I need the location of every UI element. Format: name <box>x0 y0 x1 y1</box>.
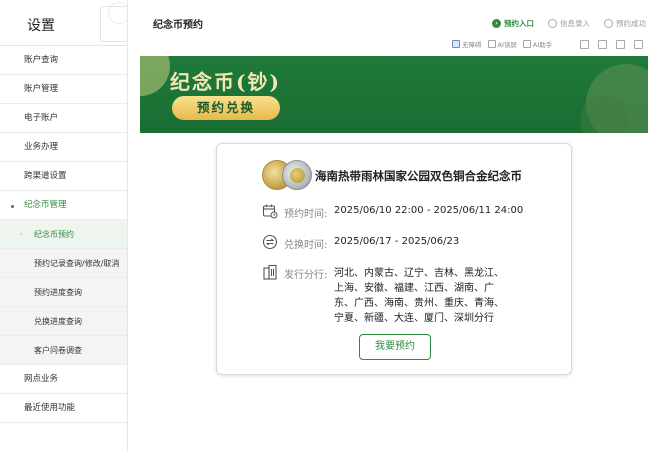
sidebar-item-recent[interactable]: 最近使用功能 <box>0 394 127 423</box>
step-pending-icon <box>604 19 613 28</box>
sidebar-subitem-exchange-query[interactable]: 兑换进度查询 <box>0 307 127 336</box>
sidebar-subitem-coin-reserve[interactable]: · 纪念币预约 <box>0 220 127 249</box>
toolbar-icons <box>580 40 643 49</box>
step-success: 预约成功 <box>604 18 646 29</box>
accessibility-toolbar: 无障碍 AI读屏 AI助手 <box>452 39 552 49</box>
sidebar-item-branch[interactable]: 网点业务 <box>0 365 127 394</box>
sidebar-item-coin-manage[interactable]: 纪念币管理 <box>0 191 127 220</box>
ai-read-icon <box>487 40 496 48</box>
sidebar-subitem-record-query[interactable]: 预约记录查询/修改/取消 <box>0 249 127 278</box>
reserve-button[interactable]: 我要预约 <box>359 334 431 360</box>
expand-icon[interactable] <box>616 40 625 49</box>
sidebar-subitem-progress-query[interactable]: 预约进度查询 <box>0 278 127 307</box>
step-label: 信息录入 <box>560 19 590 28</box>
coin-banner: 纪念币(钞) 预约兑换 <box>140 56 648 133</box>
settings-icon[interactable] <box>634 40 643 49</box>
banner-exchange-badge: 预约兑换 <box>172 96 280 120</box>
exchange-time-value: 2025/06/17 - 2025/06/23 <box>334 236 460 247</box>
image-icon[interactable] <box>580 40 589 49</box>
coin-card: 海南热带雨林国家公园双色铜合金纪念币 预约时间: 2025/06/10 22:0… <box>216 143 572 375</box>
reserve-time-row: 预约时间: 2025/06/10 22:00 - 2025/06/11 24:0… <box>262 204 524 221</box>
page-title: 纪念币预约 <box>153 20 203 31</box>
toolbar-label: 无障碍 <box>462 41 482 49</box>
step-indicator: › 预约入口 信息录入 预约成功 <box>492 18 646 29</box>
coin-core-icon <box>290 168 305 183</box>
banner-title: 纪念币(钞) <box>170 70 281 94</box>
coin-bimetal-icon <box>282 160 312 190</box>
active-dot-icon: · <box>20 230 23 239</box>
ai-screen-reader-button[interactable]: AI读屏 <box>487 39 517 49</box>
sidebar-item-cross-channel[interactable]: 跨渠道设置 <box>0 162 127 191</box>
app-window: 设置 账户查询 账户管理 电子账户 业务办理 跨渠道设置 纪念币管理 · 纪念币预… <box>0 0 660 452</box>
sidebar: 设置 账户查询 账户管理 电子账户 业务办理 跨渠道设置 纪念币管理 · 纪念币预… <box>0 0 128 452</box>
sidebar-item-account-query[interactable]: 账户查询 <box>0 46 127 75</box>
reserve-time-value: 2025/06/10 22:00 - 2025/06/11 24:00 <box>334 205 524 216</box>
ai-assistant-button[interactable]: AI助手 <box>522 39 553 49</box>
calendar-icon <box>262 204 278 219</box>
crop-icon[interactable] <box>598 40 607 49</box>
accessibility-button[interactable]: 无障碍 <box>452 39 482 49</box>
sidebar-item-business[interactable]: 业务办理 <box>0 133 127 162</box>
sidebar-title: 设置 <box>27 18 55 34</box>
step-active-icon: › <box>492 19 501 28</box>
exchange-icon <box>262 234 278 250</box>
sidebar-header: 设置 <box>0 0 127 46</box>
branch-list: 河北、内蒙古、辽宁、吉林、黑龙江、上海、安徽、福建、江西、湖南、广东、广西、海南… <box>334 268 504 324</box>
sidebar-item-e-account[interactable]: 电子账户 <box>0 104 127 133</box>
coin-image <box>262 158 312 190</box>
exchange-time-label: 兑换时间: <box>284 240 328 251</box>
step-reserve-entry: › 预约入口 <box>492 18 534 29</box>
toolbar-label: AI读屏 <box>497 41 517 49</box>
branch-row: 发行分行: 河北、内蒙古、辽宁、吉林、黑龙江、上海、安徽、福建、江西、湖南、广东… <box>262 264 512 326</box>
step-label: 预约入口 <box>504 19 534 28</box>
decor-gear-icon <box>100 6 127 42</box>
step-pending-icon <box>548 19 557 28</box>
accessibility-icon <box>452 40 460 48</box>
reserve-time-label: 预约时间: <box>284 209 328 220</box>
ai-assist-icon <box>522 40 531 48</box>
step-label: 预约成功 <box>616 19 646 28</box>
step-info-entry: 信息录入 <box>548 18 590 29</box>
banner-decor <box>140 56 170 96</box>
sidebar-nav: 账户查询 账户管理 电子账户 业务办理 跨渠道设置 纪念币管理 · 纪念币预约 预… <box>0 46 127 423</box>
exchange-time-row: 兑换时间: 2025/06/17 - 2025/06/23 <box>262 234 460 252</box>
branch-label: 发行分行: <box>284 270 328 281</box>
sidebar-item-account-manage[interactable]: 账户管理 <box>0 75 127 104</box>
toolbar-label: AI助手 <box>532 41 553 49</box>
coin-name: 海南热带雨林国家公园双色铜合金纪念币 <box>315 169 522 183</box>
sidebar-subitem-label: 纪念币预约 <box>34 230 74 239</box>
sidebar-subitem-survey[interactable]: 客户问卷调查 <box>0 336 127 365</box>
building-icon <box>263 264 277 280</box>
